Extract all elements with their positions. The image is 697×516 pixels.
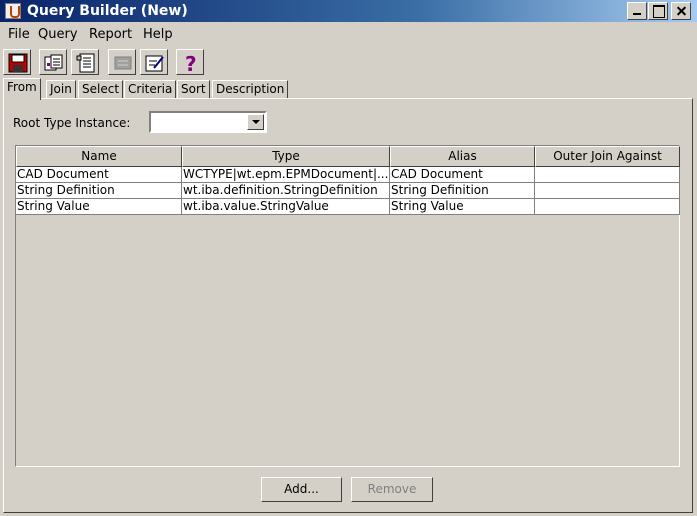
dropdown-arrow-icon[interactable]: [247, 114, 264, 130]
column-header-alias[interactable]: Alias: [390, 146, 535, 167]
column-header-outer-join[interactable]: Outer Join Against: [535, 146, 680, 167]
cell-outer-join: [535, 167, 680, 183]
disabled-tool-button[interactable]: [108, 49, 136, 75]
root-type-label: Root Type Instance:: [13, 116, 131, 130]
table-row[interactable]: String Value wt.iba.value.StringValue St…: [16, 199, 680, 215]
from-table[interactable]: Name Type Alias Outer Join Against CAD D…: [15, 145, 680, 467]
cell-alias: String Definition: [390, 183, 535, 199]
close-button[interactable]: [671, 2, 691, 20]
tab-strip: From Join Select Criteria Sort Descripti…: [0, 78, 697, 100]
cell-name: CAD Document: [16, 167, 182, 183]
java-app-icon: [5, 3, 21, 19]
cell-outer-join: [535, 199, 680, 215]
toolbar: ?: [0, 47, 697, 77]
cell-type: wt.iba.value.StringValue: [182, 199, 390, 215]
cell-type: wt.iba.definition.StringDefinition: [182, 183, 390, 199]
menu-help[interactable]: Help: [143, 27, 173, 43]
tab-select[interactable]: Select: [78, 80, 124, 99]
menu-bar: File Query Report Help: [0, 24, 697, 46]
disabled-icon: [114, 56, 132, 70]
remove-button[interactable]: Remove: [351, 477, 433, 502]
add-button[interactable]: Add...: [261, 477, 342, 502]
save-icon: [8, 53, 28, 73]
tab-criteria[interactable]: Criteria: [124, 80, 177, 99]
column-header-type[interactable]: Type: [182, 146, 390, 167]
new-query-button[interactable]: [39, 49, 67, 75]
edit-button[interactable]: [140, 49, 168, 75]
table-header: Name Type Alias Outer Join Against: [16, 146, 680, 167]
title-bar: Query Builder (New): [0, 0, 697, 22]
table-row[interactable]: String Definition wt.iba.definition.Stri…: [16, 183, 680, 199]
cell-alias: CAD Document: [390, 167, 535, 183]
root-type-combo[interactable]: [149, 111, 267, 133]
cell-type: WCTYPE|wt.epm.EPMDocument|...: [182, 167, 390, 183]
minimize-button[interactable]: [627, 2, 647, 20]
help-button[interactable]: ?: [176, 49, 204, 75]
menu-query[interactable]: Query: [38, 27, 78, 43]
save-button[interactable]: [3, 49, 31, 75]
tab-from[interactable]: From: [3, 78, 41, 100]
edit-icon: [145, 55, 164, 72]
cell-outer-join: [535, 183, 680, 199]
window-title: Query Builder (New): [27, 3, 188, 19]
help-icon: ?: [185, 53, 197, 73]
maximize-button[interactable]: [648, 2, 668, 20]
cell-name: String Value: [16, 199, 182, 215]
svg-text:?: ?: [185, 53, 197, 73]
tab-join[interactable]: Join: [46, 80, 76, 99]
cell-alias: String Value: [390, 199, 535, 215]
tab-description[interactable]: Description: [212, 80, 289, 99]
cell-name: String Definition: [16, 183, 182, 199]
column-header-name[interactable]: Name: [16, 146, 182, 167]
menu-report[interactable]: Report: [89, 27, 132, 43]
query-icon: [44, 54, 63, 71]
tab-sort[interactable]: Sort: [177, 80, 210, 99]
menu-file[interactable]: File: [8, 27, 30, 43]
report-button[interactable]: [71, 49, 99, 75]
report-icon: [76, 53, 95, 73]
table-row[interactable]: CAD Document WCTYPE|wt.epm.EPMDocument|.…: [16, 167, 680, 183]
